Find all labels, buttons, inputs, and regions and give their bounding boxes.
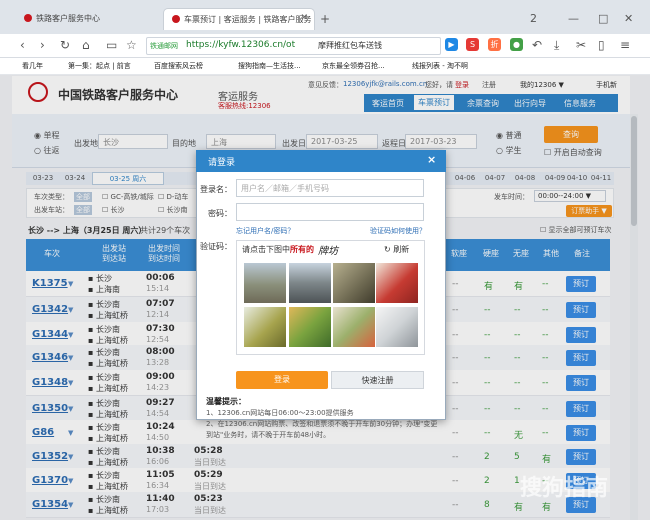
watermark: 搜狗指南 xyxy=(520,476,609,501)
password-input[interactable] xyxy=(236,203,424,221)
dialog-title: 请登录 xyxy=(208,158,236,168)
search-suggestion[interactable]: 摩拜推红包车送钱 xyxy=(318,40,382,51)
extension-icon[interactable]: S xyxy=(466,38,479,51)
bookmark-item[interactable]: 京东最全领券召抢... xyxy=(322,61,385,71)
captcha-help-link[interactable]: 验证码如何使用？ xyxy=(370,226,426,236)
username-label: 登录名： xyxy=(200,185,232,194)
home-icon[interactable]: ⌂ xyxy=(82,38,90,52)
window-count-badge: 2 xyxy=(530,12,537,25)
new-tab-button[interactable]: + xyxy=(320,12,330,26)
tip-1: 1、12306.cn网站每日06:00～23:00提供服务 xyxy=(206,409,354,417)
close-tab-icon[interactable]: ✕ xyxy=(300,13,308,23)
login-button[interactable]: 登录 xyxy=(236,371,328,389)
tip-2: 2、在12306.cn网站购票、改签和退票须不晚于开车前30分钟；办理"变更到站… xyxy=(206,420,438,439)
cut-icon[interactable]: ✂ xyxy=(576,38,586,52)
undo-icon[interactable]: ↶ xyxy=(532,38,542,52)
page-icon[interactable]: ▭ xyxy=(106,38,117,52)
refresh-icon: ↻ xyxy=(384,245,394,254)
menu-icon[interactable]: ≡ xyxy=(620,38,630,52)
bookmark-item[interactable]: 看几年 xyxy=(22,61,43,71)
dialog-close-icon[interactable]: × xyxy=(427,153,436,166)
captcha-word: 牌坊 xyxy=(318,246,338,257)
play-icon[interactable]: ▶ xyxy=(445,38,458,51)
captcha-image-paifang[interactable] xyxy=(244,263,286,303)
quick-register-button[interactable]: 快速注册 xyxy=(331,371,424,389)
password-label: 密码： xyxy=(208,209,232,218)
bookmark-item[interactable]: 线报列表 - 淘不啊 xyxy=(412,61,468,71)
captcha-image-lizard[interactable] xyxy=(333,263,375,303)
tab-ticket-booking[interactable]: 车票预订 | 客运服务 | 铁路客户服务 ✕ xyxy=(163,8,315,30)
bookmark-item[interactable]: 第一集：起点 | 前言 xyxy=(68,61,131,71)
url-text[interactable]: https://kyfw.12306.cn/ot xyxy=(186,40,295,50)
captcha-image-gecko[interactable] xyxy=(244,307,286,347)
reload-icon[interactable]: ↻ xyxy=(60,38,70,52)
tips-title: 温馨提示： xyxy=(206,397,246,406)
download-icon[interactable]: ⤓ xyxy=(554,38,559,53)
bookmark-item[interactable]: 搜狗指南—生活技... xyxy=(238,61,301,71)
maximize-button[interactable]: □ xyxy=(598,12,608,25)
refresh-button[interactable]: ↻ 刷新 xyxy=(384,244,409,255)
site-favicon-icon xyxy=(172,15,180,23)
captcha-image-fruit[interactable] xyxy=(289,307,331,347)
site-favicon-icon xyxy=(24,14,32,22)
tab-railway-home[interactable]: 铁路客户服务中心 xyxy=(16,8,144,30)
captcha-prompt: 请点击下图中所有的 xyxy=(242,245,314,254)
forward-icon[interactable]: › xyxy=(40,38,45,52)
bookmark-item[interactable]: 百度搜索风云榜 xyxy=(154,61,203,71)
close-window-button[interactable]: ✕ xyxy=(624,12,633,25)
back-icon[interactable]: ‹ xyxy=(20,38,25,52)
forgot-password-link[interactable]: 忘记用户名/密码？ xyxy=(236,226,294,236)
wechat-icon[interactable]: ● xyxy=(510,38,523,51)
discount-icon[interactable]: 折 xyxy=(488,38,501,51)
captcha-label: 验证码： xyxy=(200,242,232,251)
username-input[interactable]: 用户名／邮箱／手机号码 xyxy=(236,179,424,197)
captcha-image-phone[interactable] xyxy=(376,307,418,347)
captcha-image-archway[interactable] xyxy=(289,263,331,303)
captcha-image-salad[interactable] xyxy=(333,307,375,347)
bookmark-star-icon[interactable]: ☆ xyxy=(126,38,137,52)
clipboard-icon[interactable]: ▯ xyxy=(598,38,605,52)
captcha-image-typewriter[interactable] xyxy=(376,263,418,303)
minimize-button[interactable]: — xyxy=(568,12,579,25)
secure-label: 铁通邮网 xyxy=(150,42,178,50)
